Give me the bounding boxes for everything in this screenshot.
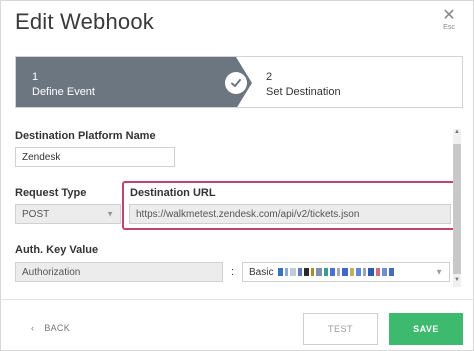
destination-url-input[interactable]: https://walkmetest.zendesk.com/api/v2/ti… [129,204,451,224]
chevron-down-icon: ▼ [435,267,443,277]
footer-divider [1,299,474,300]
auth-key-label: Auth. Key Value [15,244,99,256]
step-label: Define Event [32,86,95,98]
scrollbar-thumb[interactable] [453,144,461,274]
save-button[interactable]: SAVE [389,313,463,345]
step-number: 1 [32,71,39,83]
auth-key-value: Authorization [22,266,81,278]
auth-value-input[interactable]: Basic ▼ [242,262,450,282]
request-type-select[interactable]: POST ▼ [15,204,121,224]
redacted-value [276,267,395,278]
step-define-event[interactable]: 1 Define Event [16,57,236,107]
platform-input[interactable]: Zendesk [15,147,175,167]
destination-url-value: https://walkmetest.zendesk.com/api/v2/ti… [136,208,360,220]
step-progress: 1 Define Event 2 Set Destination [15,56,463,108]
check-icon [225,72,247,94]
dialog-title: Edit Webhook [15,9,154,34]
chevron-down-icon: ▼ [106,209,114,219]
step-label: Set Destination [266,86,341,98]
chevron-left-icon: ‹ [31,323,35,333]
close-button[interactable]: ✕ Esc [439,7,459,32]
platform-label: Destination Platform Name [15,130,156,142]
scroll-down-icon[interactable]: ▼ [453,277,461,287]
destination-url-label: Destination URL [130,187,216,199]
request-type-label: Request Type [15,187,87,199]
scroll-up-icon[interactable]: ▲ [453,129,461,141]
close-shortcut-label: Esc [443,24,455,31]
back-label: BACK [44,323,71,333]
edit-webhook-dialog: Edit Webhook ✕ Esc 1 Define Event 2 Set … [0,0,474,351]
step-number: 2 [266,71,273,83]
back-button[interactable]: ‹ BACK [31,323,70,333]
auth-value-prefix: Basic [249,266,274,278]
close-icon: ✕ [442,7,456,24]
platform-value: Zendesk [22,151,61,163]
test-button[interactable]: TEST [303,313,378,345]
auth-key-input[interactable]: Authorization [15,262,223,282]
request-type-value: POST [22,208,50,220]
auth-separator: : [231,266,235,278]
